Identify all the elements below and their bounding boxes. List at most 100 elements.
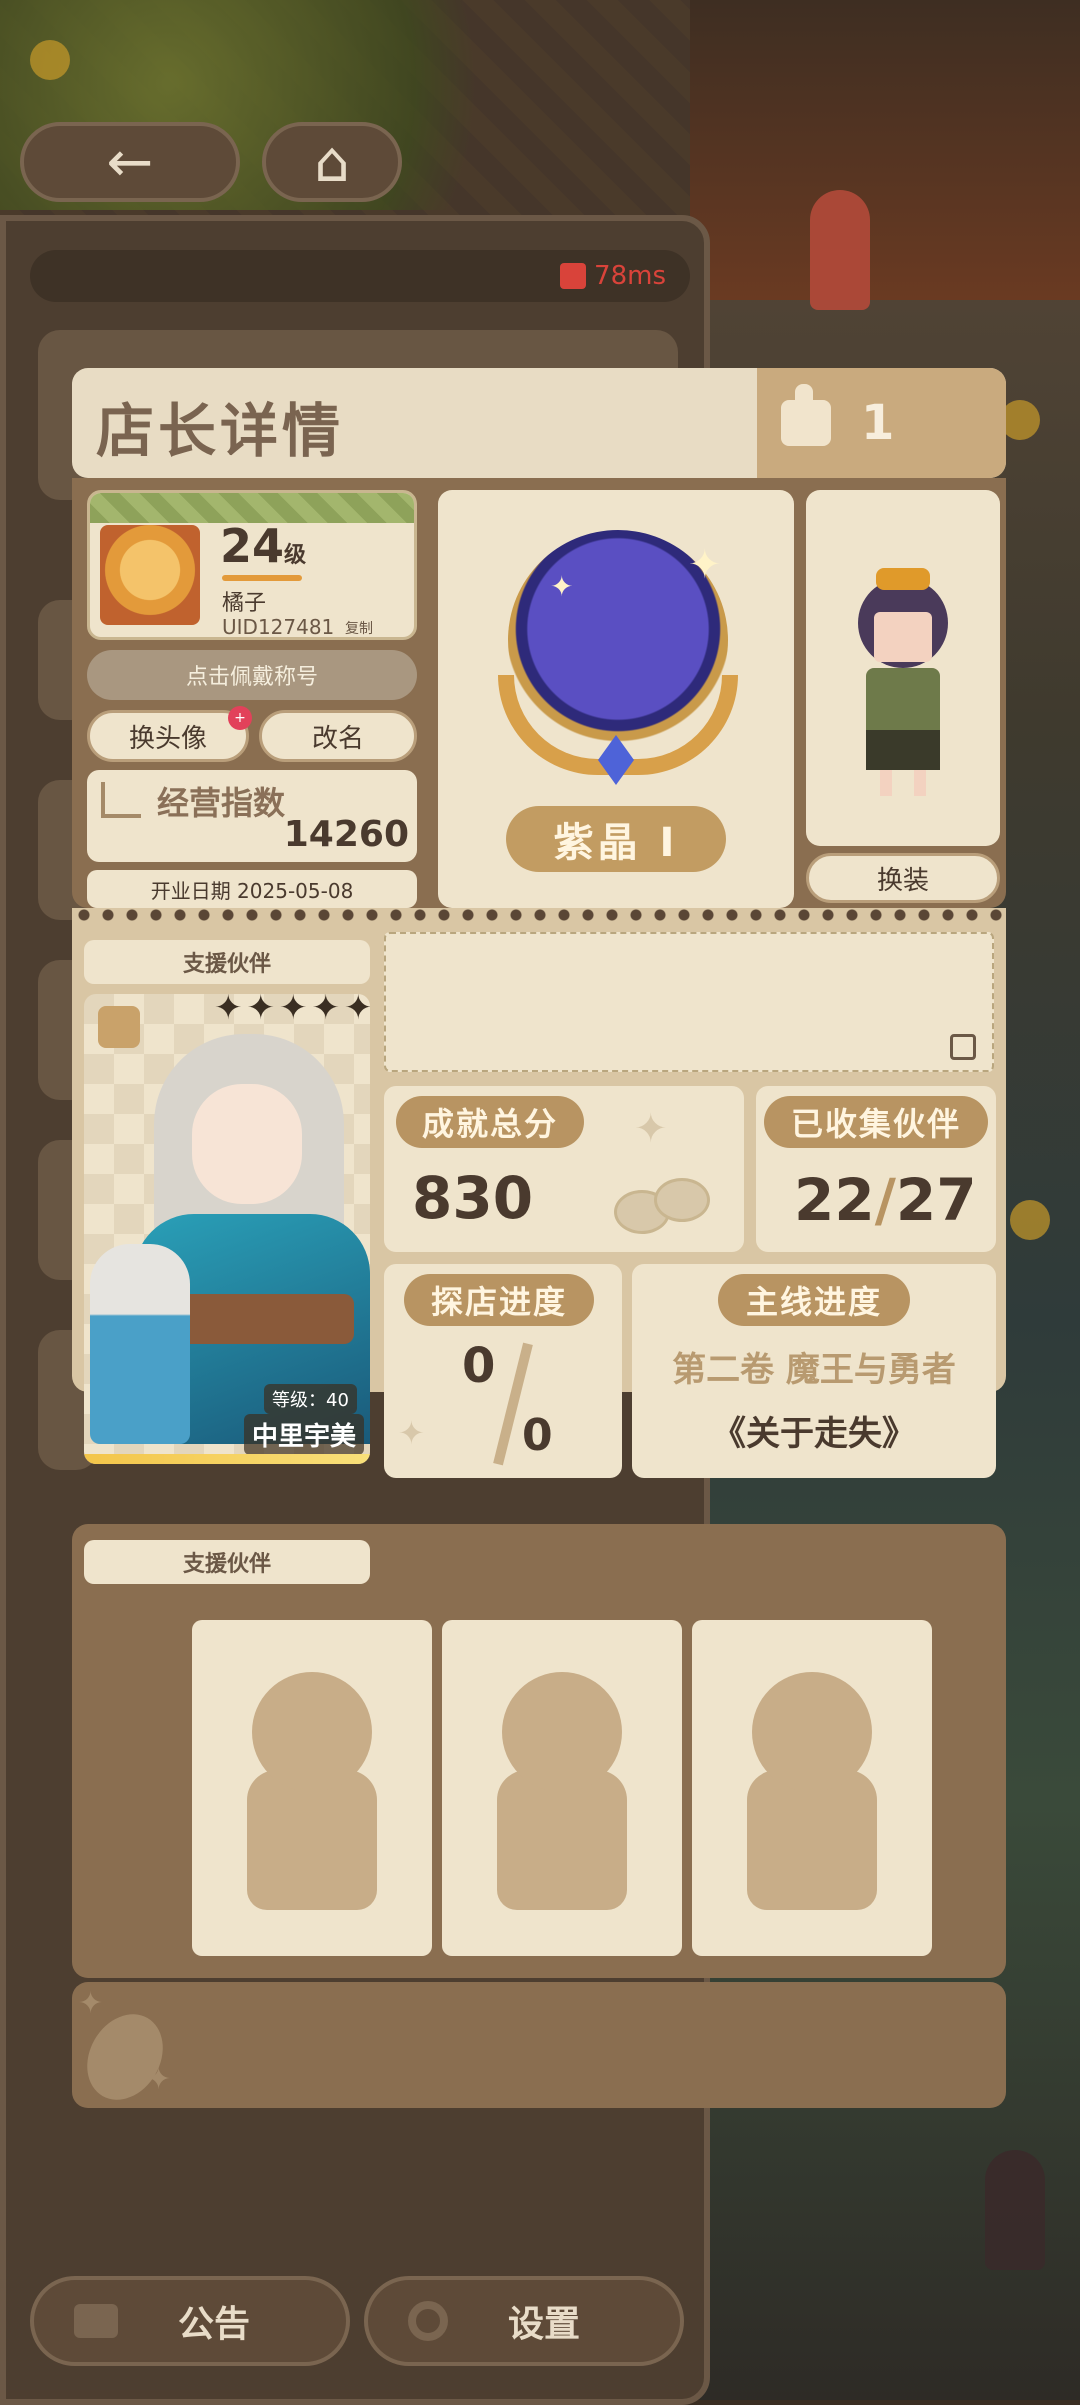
rename-button[interactable]: 改名 <box>259 710 417 762</box>
silhouette-head <box>502 1672 622 1792</box>
notice-icon <box>74 2304 118 2338</box>
business-index-card: 经营指数 14260 <box>87 770 417 862</box>
achievement-label: 成就总分 <box>396 1096 584 1148</box>
settings-label: 设置 <box>508 2304 581 2345</box>
explore-progress-card[interactable]: 探店进度 0 0 ✦ <box>384 1264 622 1478</box>
background-npc <box>810 190 870 310</box>
profile-section: 24级 橘子 UID127481 复制 点击佩戴称号 换头像 + 改名 经营指数… <box>72 478 1006 908</box>
partner-face <box>192 1084 302 1204</box>
sparkle-icon: ✦ <box>398 1414 425 1452</box>
partner-rarity-bar <box>84 1454 370 1464</box>
avatar[interactable] <box>100 525 200 625</box>
dialog-title: 店长详情 <box>96 397 345 465</box>
like-count: 1 <box>861 395 895 451</box>
rank-card[interactable]: ✦ ✦ 紫晶 Ⅰ <box>438 490 794 908</box>
partner-name: 中里宇美 <box>244 1414 365 1455</box>
settings-button[interactable]: 设置 <box>364 2276 684 2366</box>
collected-separator: / <box>874 1166 896 1234</box>
partner-element-icon <box>98 1006 140 1048</box>
player-level: 24级 <box>220 519 306 573</box>
partner-sash <box>174 1294 354 1344</box>
empty-partner-slot[interactable] <box>442 1620 682 1956</box>
story-volume: 第二卷 魔王与勇者 <box>672 1350 956 1390</box>
home-button[interactable]: ⌂ <box>262 122 402 202</box>
rank-name: 紫晶 Ⅰ <box>506 806 726 872</box>
explore-current: 0 <box>462 1338 496 1394</box>
back-arrow-icon: ← <box>106 129 154 195</box>
character-skirt <box>866 730 940 770</box>
business-index-label: 经营指数 <box>157 784 286 822</box>
partner-level: 等级：40 <box>264 1384 357 1414</box>
notification-badge: + <box>228 706 252 730</box>
empty-partner-slot[interactable] <box>692 1620 932 1956</box>
sparkle-icon: ✦ <box>146 2062 172 2097</box>
support-partner-card[interactable]: ✦✦✦✦✦ 等级：40 中里宇美 <box>84 994 370 1464</box>
support-partners-section: 支援伙伴 <box>72 1524 1006 1978</box>
character-leg <box>914 770 926 796</box>
shop-owner-details-dialog: 店长详情 1 24级 橘子 UID127481 复制 点击佩戴称号 换头像 + … <box>72 368 1006 2114</box>
background-flower <box>30 40 70 80</box>
collected-partners-card[interactable]: 已收集伙伴 22/27 <box>756 1086 996 1252</box>
wear-title-button[interactable]: 点击佩戴称号 <box>87 650 417 700</box>
collected-partners-label: 已收集伙伴 <box>764 1096 988 1148</box>
stats-section: 支援伙伴 ✦✦✦✦✦ 等级：40 中里宇美 成就总分 830 ✦ 已收集伙伴 2… <box>72 922 1006 1478</box>
background-npc <box>985 2150 1045 2270</box>
back-button[interactable]: ← <box>20 122 240 202</box>
divider <box>72 908 1006 922</box>
dialog-header: 店长详情 1 <box>72 368 1006 478</box>
level-unit: 级 <box>284 543 307 568</box>
profile-card: 24级 橘子 UID127481 复制 <box>87 490 417 640</box>
level-value: 24 <box>220 519 285 573</box>
thumbs-up-icon <box>781 384 831 446</box>
coffee-bean-icon <box>654 1178 710 1222</box>
background-flower <box>1000 400 1040 440</box>
signature-box[interactable] <box>384 932 994 1072</box>
business-index-value: 14260 <box>283 814 409 855</box>
partner-chibi <box>90 1244 190 1444</box>
gear-icon <box>408 2301 448 2341</box>
signal-icon <box>560 263 587 289</box>
notice-label: 公告 <box>178 2304 251 2345</box>
silhouette-head <box>752 1672 872 1792</box>
network-status-bar: 78ms <box>30 250 690 302</box>
outfit-button[interactable]: 换装 <box>806 853 1000 903</box>
edit-icon[interactable] <box>950 1034 976 1060</box>
character-preview <box>806 490 1000 846</box>
empty-partner-slot[interactable] <box>192 1620 432 1956</box>
explore-progress-label: 探店进度 <box>404 1274 594 1326</box>
change-avatar-button[interactable]: 换头像 <box>87 710 249 762</box>
decoration-section: ✦ ✦ <box>72 1982 1006 2114</box>
partner-stars: ✦✦✦✦✦ <box>214 994 370 1028</box>
background-shop <box>690 0 1080 300</box>
ping-text: 78ms <box>594 261 666 291</box>
story-chapter: 《关于走失》 <box>712 1414 916 1454</box>
player-uid: UID127481 <box>222 615 335 639</box>
character-leg <box>880 770 892 796</box>
achievement-value: 830 <box>412 1164 534 1232</box>
player-name: 橘子 <box>222 591 267 616</box>
level-bar <box>222 575 302 581</box>
story-progress-label: 主线进度 <box>718 1274 910 1326</box>
copy-uid-button[interactable]: 复制 <box>345 618 373 637</box>
background-flower <box>1010 1200 1050 1240</box>
silhouette-head <box>252 1672 372 1792</box>
sparkle-icon: ✦ <box>78 1986 104 2021</box>
character-bow <box>876 568 930 590</box>
home-icon: ⌂ <box>314 129 350 195</box>
support-partner-label-2: 支援伙伴 <box>84 1540 370 1584</box>
achievement-card[interactable]: 成就总分 830 ✦ <box>384 1086 744 1252</box>
sparkle-icon: ✦ <box>688 542 722 588</box>
notice-button[interactable]: 公告 <box>30 2276 350 2366</box>
character-face <box>874 612 932 662</box>
like-button[interactable]: 1 <box>757 368 1006 478</box>
explore-total: 0 <box>522 1410 553 1461</box>
sparkle-icon: ✦ <box>550 570 574 603</box>
support-partner-label: 支援伙伴 <box>84 940 370 984</box>
collected-current: 22 <box>794 1166 875 1234</box>
collected-partners-value: 22/27 <box>794 1166 977 1234</box>
collected-total: 27 <box>895 1166 977 1234</box>
story-progress-card[interactable]: 主线进度 第二卷 魔王与勇者 《关于走失》 <box>632 1264 996 1478</box>
sparkle-icon: ✦ <box>634 1106 668 1152</box>
open-date: 开业日期 2025-05-08 <box>87 870 417 908</box>
chart-icon <box>101 782 141 818</box>
